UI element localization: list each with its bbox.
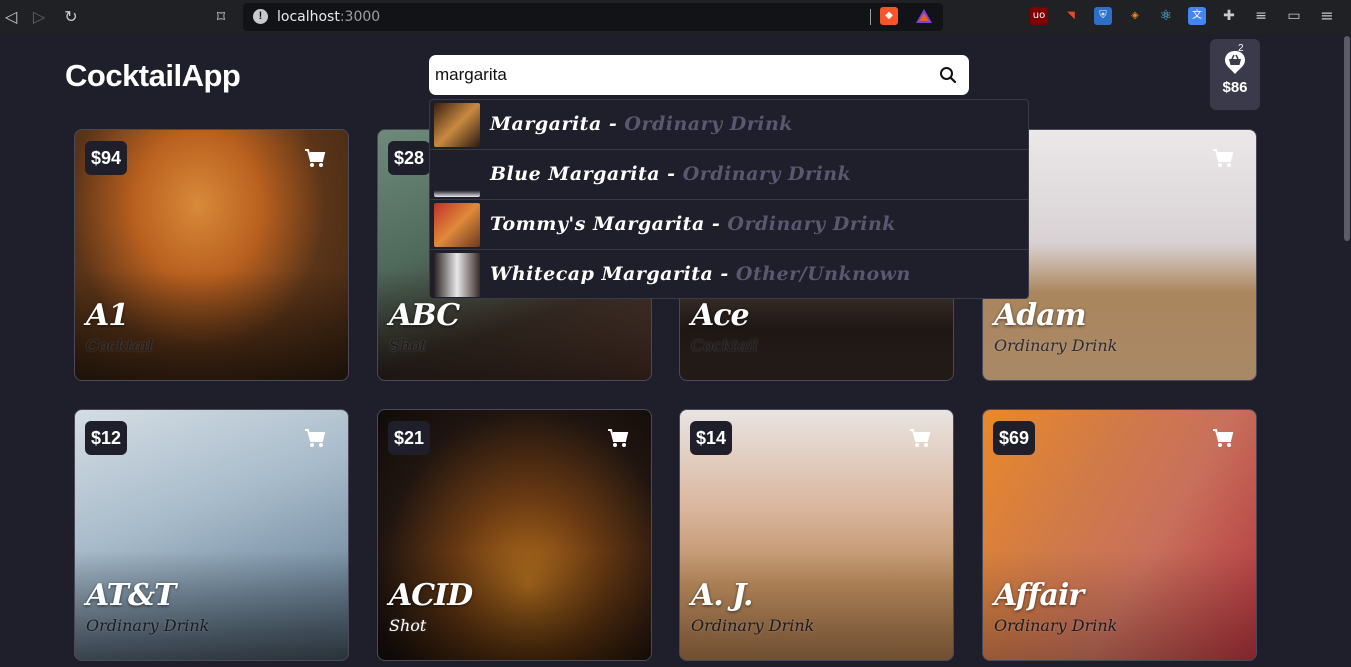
result-category: Ordinary Drink bbox=[682, 163, 852, 185]
cocktail-category: Shot bbox=[389, 336, 427, 355]
url-host: localhost bbox=[277, 9, 340, 25]
cocktail-name: AT&T bbox=[86, 578, 176, 613]
forward-icon[interactable]: ▷ bbox=[28, 6, 50, 28]
result-text: Margarita - Ordinary Drink bbox=[490, 113, 793, 135]
result-text: Whitecap Margarita - Other/Unknown bbox=[490, 263, 911, 285]
search-results-dropdown: Margarita - Ordinary Drink Blue Margarit… bbox=[429, 99, 1029, 299]
back-icon[interactable]: ◁ bbox=[0, 6, 22, 28]
result-separator: - bbox=[660, 163, 683, 185]
add-to-cart-icon[interactable] bbox=[1212, 148, 1234, 168]
price-badge: $12 bbox=[85, 421, 128, 455]
result-thumbnail bbox=[434, 153, 480, 197]
url-port: :3000 bbox=[339, 9, 381, 25]
cocktail-name: ABC bbox=[389, 298, 460, 333]
result-name: Whitecap Margarita bbox=[490, 263, 714, 285]
result-separator: - bbox=[713, 263, 736, 285]
price-badge: $14 bbox=[690, 421, 733, 455]
menu-icon[interactable]: ≡ bbox=[1318, 7, 1336, 25]
url-text: localhost:3000 bbox=[277, 9, 380, 25]
cocktail-name: A1 bbox=[86, 298, 129, 333]
result-separator: - bbox=[601, 113, 625, 135]
cocktail-name: Ace bbox=[691, 298, 750, 333]
search-icon[interactable] bbox=[939, 66, 957, 84]
add-to-cart-icon[interactable] bbox=[304, 428, 326, 448]
cart-total: $86 bbox=[1222, 79, 1248, 96]
result-category: Other/Unknown bbox=[735, 263, 911, 285]
brave-shield-icon[interactable]: ◆ bbox=[880, 7, 898, 25]
bitwarden-icon[interactable]: ⛨ bbox=[1094, 7, 1112, 25]
react-devtools-icon[interactable]: ⚛ bbox=[1157, 7, 1175, 25]
search-result-item[interactable]: Blue Margarita - Ordinary Drink bbox=[430, 150, 1028, 200]
extensions-icon[interactable]: ✚ bbox=[1220, 7, 1238, 25]
result-separator: - bbox=[704, 213, 728, 235]
cocktail-name: Adam bbox=[994, 298, 1086, 333]
metamask-icon[interactable]: ◈ bbox=[1126, 7, 1144, 25]
basket-icon bbox=[1225, 51, 1245, 74]
cocktail-category: Ordinary Drink bbox=[994, 336, 1118, 355]
result-category: Ordinary Drink bbox=[727, 213, 896, 235]
add-to-cart-icon[interactable] bbox=[1212, 428, 1234, 448]
cocktail-category: Ordinary Drink bbox=[994, 616, 1118, 635]
html-extension-icon[interactable]: ◥ bbox=[1062, 7, 1080, 25]
result-text: Tommy's Margarita - Ordinary Drink bbox=[490, 213, 896, 235]
price-badge: $94 bbox=[85, 141, 128, 175]
search-result-item[interactable]: Margarita - Ordinary Drink bbox=[430, 100, 1028, 150]
ublock-icon[interactable]: uo bbox=[1030, 7, 1048, 25]
result-name: Blue Margarita bbox=[490, 163, 661, 185]
cocktail-category: Ordinary Drink bbox=[86, 616, 210, 635]
result-name: Tommy's Margarita bbox=[490, 213, 705, 235]
cocktail-card[interactable]: $69 Affair Ordinary Drink bbox=[982, 409, 1257, 661]
result-thumbnail bbox=[434, 103, 480, 147]
search-box[interactable] bbox=[429, 55, 969, 95]
translate-icon[interactable]: 文 bbox=[1188, 7, 1206, 25]
cocktail-card[interactable]: $21 ACID Shot bbox=[377, 409, 652, 661]
add-to-cart-icon[interactable] bbox=[607, 428, 629, 448]
bookmark-icon[interactable]: ⌑ bbox=[210, 6, 232, 28]
app-logo[interactable]: CocktailApp bbox=[65, 58, 241, 94]
price-badge: $69 bbox=[993, 421, 1036, 455]
cocktail-name: A. J. bbox=[691, 578, 753, 613]
reload-icon[interactable]: ↻ bbox=[60, 6, 82, 28]
cocktail-category: Cocktail bbox=[86, 336, 153, 355]
search-input[interactable] bbox=[435, 55, 935, 95]
cocktail-name: ACID bbox=[389, 578, 473, 613]
add-to-cart-icon[interactable] bbox=[909, 428, 931, 448]
address-divider bbox=[870, 9, 871, 25]
wallet-icon[interactable]: ▭ bbox=[1285, 7, 1303, 25]
browser-toolbar: ◁ ▷ ↻ ⌑ ! localhost:3000 ◆ uo ◥ ⛨ ◈ ⚛ 文 … bbox=[0, 0, 1351, 34]
cocktail-category: Cocktail bbox=[691, 336, 758, 355]
price-badge: $28 bbox=[388, 141, 431, 175]
result-text: Blue Margarita - Ordinary Drink bbox=[490, 163, 851, 185]
search-result-item[interactable]: Whitecap Margarita - Other/Unknown bbox=[430, 250, 1028, 300]
result-thumbnail bbox=[434, 253, 480, 297]
result-thumbnail bbox=[434, 203, 480, 247]
add-to-cart-icon[interactable] bbox=[304, 148, 326, 168]
search-result-item[interactable]: Tommy's Margarita - Ordinary Drink bbox=[430, 200, 1028, 250]
cart-button[interactable]: 2 $86 bbox=[1210, 39, 1260, 110]
site-info-icon[interactable]: ! bbox=[253, 9, 268, 24]
cocktail-card[interactable]: $94 A1 Cocktail bbox=[74, 129, 349, 381]
cocktail-card[interactable]: $12 AT&T Ordinary Drink bbox=[74, 409, 349, 661]
media-icon[interactable]: ≡ bbox=[1252, 7, 1270, 25]
result-category: Ordinary Drink bbox=[624, 113, 793, 135]
cocktail-card[interactable]: $14 A. J. Ordinary Drink bbox=[679, 409, 954, 661]
brave-rewards-icon[interactable] bbox=[915, 7, 933, 25]
cocktail-category: Ordinary Drink bbox=[691, 616, 815, 635]
scrollbar-thumb[interactable] bbox=[1344, 36, 1350, 241]
result-name: Margarita bbox=[490, 113, 602, 135]
cocktail-category: Shot bbox=[389, 616, 427, 635]
cocktail-name: Affair bbox=[994, 578, 1084, 613]
price-badge: $21 bbox=[388, 421, 431, 455]
address-bar[interactable]: ! localhost:3000 ◆ bbox=[243, 3, 943, 31]
